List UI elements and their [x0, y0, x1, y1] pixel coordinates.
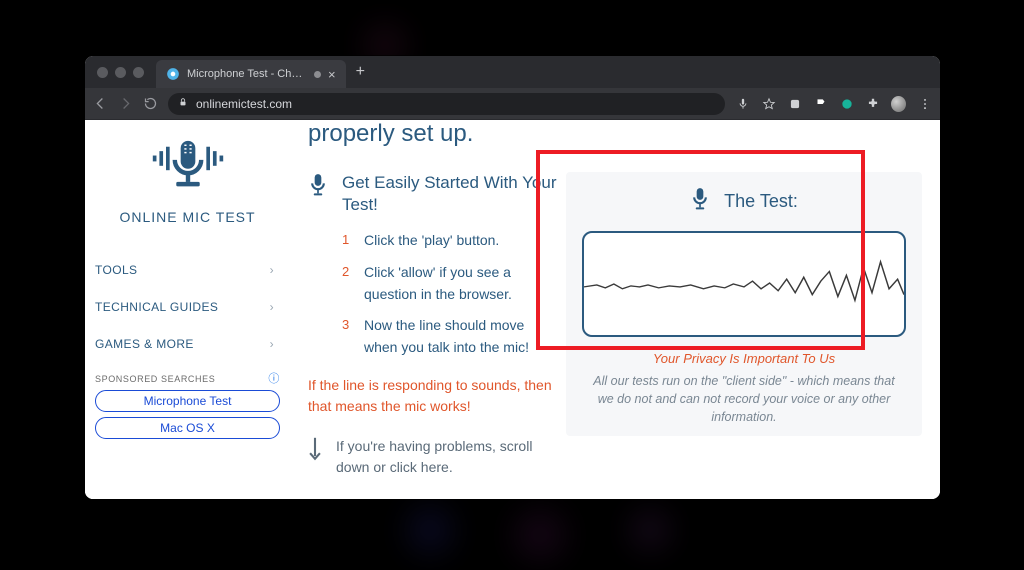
site-brand-text: ONLINE MIC TEST: [85, 209, 290, 225]
chevron-right-icon: ›: [270, 337, 274, 351]
site-sidebar: ONLINE MIC TEST TOOLS › TECHNICAL GUIDES…: [85, 120, 290, 499]
sidebar-item-label: GAMES & MORE: [95, 337, 194, 351]
steps-list: 1Click the 'play' button. 2Click 'allow'…: [342, 230, 558, 358]
traffic-lights: [85, 67, 156, 78]
privacy-block: Your Privacy Is Important To Us All our …: [582, 351, 906, 426]
sidebar-item-label: TECHNICAL GUIDES: [95, 300, 218, 314]
sidebar-nav: TOOLS › TECHNICAL GUIDES › GAMES & MORE …: [85, 251, 290, 362]
waveform-display[interactable]: [582, 231, 906, 337]
problems-text: If you're having problems, scroll down o…: [336, 436, 558, 478]
menu-button[interactable]: [917, 96, 932, 111]
back-button[interactable]: [93, 96, 108, 111]
forward-button[interactable]: [118, 96, 133, 111]
sponsored-label: SPONSORED SEARCHES: [95, 374, 215, 384]
arrow-down-icon: [308, 436, 322, 467]
chevron-right-icon: ›: [270, 300, 274, 314]
extension-3-icon[interactable]: [839, 96, 854, 111]
mic-icon: [690, 186, 710, 217]
bookmark-star-icon[interactable]: [761, 96, 776, 111]
extensions-button[interactable]: [865, 96, 880, 111]
get-started-title: Get Easily Started With Your Test!: [342, 172, 558, 216]
minimize-window-button[interactable]: [115, 67, 126, 78]
browser-tab[interactable]: Microphone Test - Check ×: [156, 60, 346, 88]
ad-link-mac-os-x[interactable]: Mac OS X: [95, 417, 280, 439]
address-bar: onlinemictest.com: [85, 88, 940, 120]
extension-1-icon[interactable]: [787, 96, 802, 111]
sidebar-item-label: TOOLS: [95, 263, 137, 277]
get-started-block: Get Easily Started With Your Test! 1Clic…: [308, 172, 558, 369]
lock-icon: [178, 95, 188, 113]
extension-2-icon[interactable]: [813, 96, 828, 111]
privacy-heading: Your Privacy Is Important To Us: [586, 351, 902, 366]
reload-button[interactable]: [143, 96, 158, 111]
browser-window: Microphone Test - Check × + onlinemictes…: [85, 56, 940, 499]
page-heading-fragment: properly set up.: [308, 120, 922, 148]
sidebar-item-tools[interactable]: TOOLS ›: [85, 251, 290, 288]
privacy-text: All our tests run on the "client side" -…: [586, 372, 902, 426]
close-window-button[interactable]: [97, 67, 108, 78]
step-item: 1Click the 'play' button.: [342, 230, 558, 252]
new-tab-button[interactable]: +: [356, 63, 365, 81]
ad-link-microphone-test[interactable]: Microphone Test: [95, 390, 280, 412]
problems-hint[interactable]: If you're having problems, scroll down o…: [308, 436, 558, 478]
zoom-window-button[interactable]: [133, 67, 144, 78]
test-panel: The Test: Your Privacy Is Important To U…: [566, 172, 922, 436]
site-logo[interactable]: ONLINE MIC TEST: [85, 128, 290, 229]
profile-avatar[interactable]: [891, 96, 906, 111]
step-item: 3Now the line should move when you talk …: [342, 315, 558, 358]
sidebar-item-games-more[interactable]: GAMES & MORE ›: [85, 325, 290, 362]
sponsored-block: SPONSORED SEARCHES ⓘ Microphone Test Mac…: [85, 370, 290, 439]
close-tab-button[interactable]: ×: [328, 68, 336, 81]
mic-permission-icon[interactable]: [735, 96, 750, 111]
ad-info-icon[interactable]: ⓘ: [268, 370, 280, 386]
step-item: 2Click 'allow' if you see a question in …: [342, 262, 558, 305]
chevron-right-icon: ›: [270, 263, 274, 277]
mic-icon: [308, 172, 328, 369]
url-text: onlinemictest.com: [196, 97, 292, 111]
tab-favicon-icon: [166, 67, 180, 81]
tab-title: Microphone Test - Check: [187, 68, 307, 80]
toolbar-icons: [735, 96, 932, 111]
url-field[interactable]: onlinemictest.com: [168, 93, 725, 115]
sidebar-item-technical-guides[interactable]: TECHNICAL GUIDES ›: [85, 288, 290, 325]
test-label: The Test:: [724, 191, 798, 212]
responding-text: If the line is responding to sounds, the…: [308, 375, 558, 418]
audio-indicator-icon[interactable]: [314, 71, 321, 78]
main-content: properly set up. Get Easily Started With…: [290, 120, 940, 499]
page-viewport[interactable]: ONLINE MIC TEST TOOLS › TECHNICAL GUIDES…: [85, 120, 940, 499]
titlebar: Microphone Test - Check × +: [85, 56, 940, 88]
